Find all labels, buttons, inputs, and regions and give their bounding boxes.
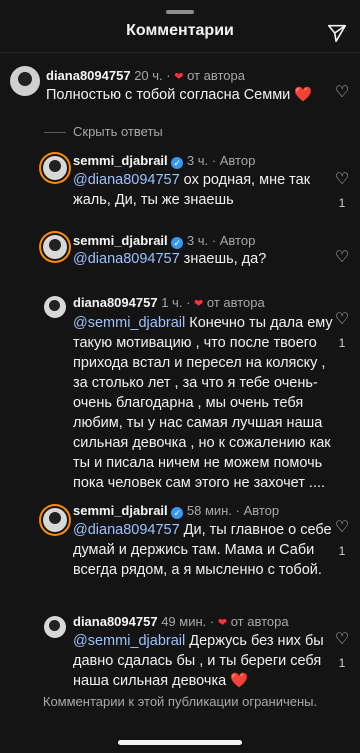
comment-meta: semmi_djabrail ✓ 3 ч. · Автор xyxy=(73,233,256,249)
username[interactable]: semmi_djabrail xyxy=(73,503,168,518)
verified-badge-icon: ✓ xyxy=(171,507,184,519)
like-button[interactable]: ♡ 1 xyxy=(334,171,350,211)
comments-sheet: Комментарии diana8094757 20 ч. · ❤ от ав… xyxy=(0,0,360,753)
red-heart-emoji: ❤️ xyxy=(230,673,249,689)
red-heart-emoji: ❤️ xyxy=(294,87,313,103)
heart-outline-icon: ♡ xyxy=(334,171,350,188)
username[interactable]: semmi_djabrail xyxy=(73,233,168,248)
sheet-grabber[interactable] xyxy=(166,10,194,14)
like-button[interactable]: ♡ 1 xyxy=(334,311,350,351)
avatar[interactable] xyxy=(43,156,67,180)
comment-time: 3 ч. xyxy=(186,153,209,168)
avatar[interactable] xyxy=(43,235,67,259)
author-badge: от автора xyxy=(187,68,245,83)
red-heart-icon: ❤ xyxy=(217,617,228,629)
hide-replies-button[interactable]: Скрыть ответы xyxy=(73,124,163,139)
comment-meta: semmi_djabrail ✓ 58 мин. · Автор xyxy=(73,503,280,519)
avatar[interactable] xyxy=(10,66,40,96)
mention-link[interactable]: @semmi_djabrail xyxy=(73,633,185,649)
like-button[interactable]: ♡ 1 xyxy=(334,519,350,559)
comment-text: @semmi_djabrail Держусь без них бы давно… xyxy=(73,633,324,689)
mention-link[interactable]: @diana8094757 xyxy=(73,251,180,267)
like-button[interactable]: ♡ 1 xyxy=(334,631,350,671)
hide-replies-line xyxy=(44,132,66,133)
comment-time: 1 ч. xyxy=(161,295,183,310)
username[interactable]: diana8094757 xyxy=(73,614,158,629)
comment-text: @diana8094757 Ди, ты главное о себе дума… xyxy=(73,522,332,578)
comments-restricted-notice: Комментарии к этой публикации ограничены… xyxy=(42,694,318,709)
username[interactable]: semmi_djabrail xyxy=(73,153,168,168)
comment-meta: diana8094757 49 мин. · ❤ от автора xyxy=(73,614,289,629)
mention-link[interactable]: @diana8094757 xyxy=(73,522,180,538)
avatar[interactable] xyxy=(43,508,67,532)
like-button[interactable]: ♡ xyxy=(334,250,350,274)
comment-text: @semmi_djabrail Конечно ты дала ему таку… xyxy=(73,315,333,491)
mention-link[interactable]: @semmi_djabrail xyxy=(73,315,185,331)
heart-outline-icon: ♡ xyxy=(334,631,350,648)
like-count: 1 xyxy=(338,336,346,350)
comment-text: Полностью с тобой согласна Семми ❤️ xyxy=(46,87,313,103)
heart-outline-icon: ♡ xyxy=(334,311,350,328)
red-heart-icon: ❤ xyxy=(174,71,184,83)
heart-outline-icon: ♡ xyxy=(334,249,350,266)
comment-text: @diana8094757 знаешь, да? xyxy=(73,251,267,267)
like-button[interactable]: ♡ xyxy=(334,85,350,109)
avatar[interactable] xyxy=(44,616,66,638)
username[interactable]: diana8094757 xyxy=(73,295,158,310)
author-badge: Автор xyxy=(219,153,256,168)
like-count: 1 xyxy=(338,544,346,558)
comment-time: 20 ч. xyxy=(134,68,163,83)
verified-badge-icon: ✓ xyxy=(171,237,184,249)
comment-time: 58 мин. xyxy=(186,503,232,518)
like-count: 1 xyxy=(338,656,346,670)
comment-meta: diana8094757 1 ч. · ❤ от автора xyxy=(73,295,265,310)
heart-outline-icon: ♡ xyxy=(334,84,350,101)
comment-text: @diana8094757 ох родная, мне так жаль, Д… xyxy=(73,172,311,208)
red-heart-icon: ❤ xyxy=(194,298,204,310)
like-count: 1 xyxy=(338,196,346,210)
username[interactable]: diana8094757 xyxy=(46,68,131,83)
author-badge: от автора xyxy=(206,295,265,310)
author-badge: Автор xyxy=(243,503,280,518)
sheet-title: Комментарии xyxy=(126,22,234,39)
author-badge: от автора xyxy=(230,614,289,629)
comment-time: 49 мин. xyxy=(161,614,207,629)
send-icon[interactable] xyxy=(326,22,348,44)
heart-outline-icon: ♡ xyxy=(334,519,350,536)
home-indicator[interactable] xyxy=(118,740,242,745)
comment-time: 3 ч. xyxy=(186,233,209,248)
avatar[interactable] xyxy=(44,296,66,318)
author-badge: Автор xyxy=(219,233,256,248)
comment-meta: semmi_djabrail ✓ 3 ч. · Автор xyxy=(73,153,256,169)
header-divider xyxy=(0,52,360,53)
comment-meta: diana8094757 20 ч. · ❤ от автора xyxy=(46,68,245,83)
verified-badge-icon: ✓ xyxy=(171,157,184,169)
mention-link[interactable]: @diana8094757 xyxy=(73,172,180,188)
